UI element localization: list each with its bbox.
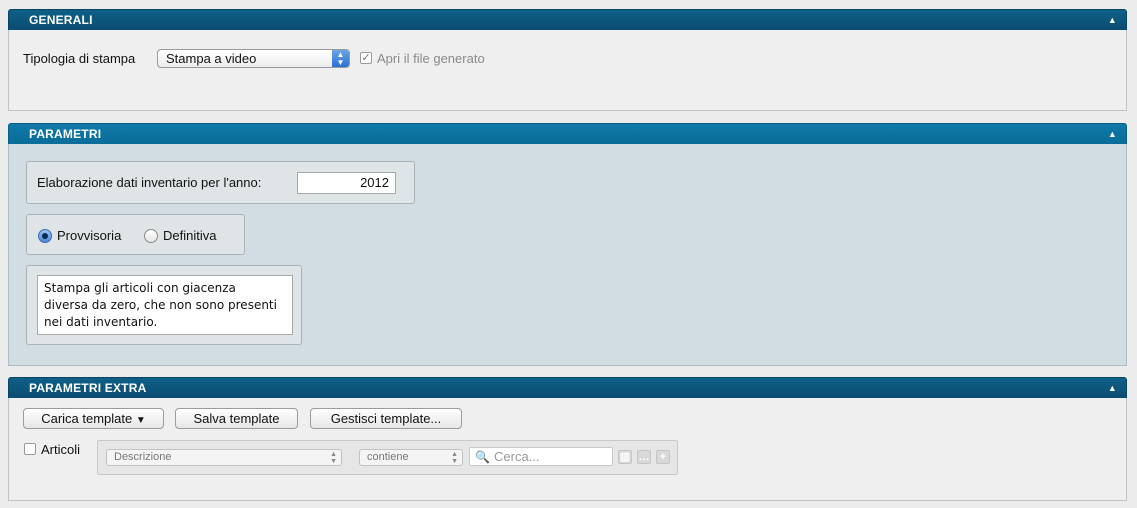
- ellipsis-icon[interactable]: …: [637, 450, 651, 464]
- save-template-button[interactable]: Salva template: [175, 408, 298, 429]
- articoli-checkbox[interactable]: [24, 443, 36, 455]
- panel-body-parametri: Elaborazione dati inventario per l'anno:…: [8, 144, 1127, 366]
- columns-icon[interactable]: ▥: [618, 450, 632, 464]
- panel-title: GENERALI: [29, 13, 93, 27]
- filter-field-select[interactable]: Descrizione ▲ ▼: [106, 449, 342, 466]
- open-file-checkbox[interactable]: ✓: [360, 52, 372, 64]
- filter-field-value: Descrizione: [114, 451, 172, 463]
- panel-header-parametri[interactable]: PARAMETRI ▲: [8, 123, 1127, 144]
- search-icon: 🔍: [475, 450, 490, 464]
- updown-arrows-icon: ▲ ▼: [330, 451, 337, 465]
- radio-provvisoria[interactable]: [38, 229, 52, 243]
- panel-body-parametri-extra: Carica template ▼ Salva template Gestisc…: [8, 398, 1127, 501]
- panel-parametri-extra: PARAMETRI EXTRA ▲ Carica template ▼ Salv…: [8, 377, 1127, 501]
- mode-radio-group: Provvisoria Definitiva: [26, 214, 245, 255]
- radio-definitiva[interactable]: [144, 229, 158, 243]
- print-type-value: Stampa a video: [166, 51, 257, 66]
- updown-arrows-icon: ▲ ▼: [451, 451, 458, 465]
- panel-body-generali: Tipologia di stampa Stampa a video ▲ ▼ ✓ …: [8, 30, 1127, 111]
- panel-parametri: PARAMETRI ▲ Elaborazione dati inventario…: [8, 123, 1127, 366]
- chevron-up-icon[interactable]: ▲: [1108, 10, 1117, 31]
- load-template-label: Carica template: [41, 411, 133, 426]
- print-type-label: Tipologia di stampa: [23, 51, 136, 66]
- notes-group: Stampa gli articoli con giacenza diversa…: [26, 265, 302, 345]
- chevron-up-icon[interactable]: ▲: [1108, 124, 1117, 145]
- updown-arrows-icon: ▲ ▼: [332, 50, 349, 67]
- search-placeholder: Cerca...: [494, 449, 540, 464]
- manage-template-button[interactable]: Gestisci template...: [310, 408, 462, 429]
- panel-generali: GENERALI ▲ Tipologia di stampa Stampa a …: [8, 9, 1127, 111]
- panel-header-generali[interactable]: GENERALI ▲: [8, 9, 1127, 30]
- year-label: Elaborazione dati inventario per l'anno:: [37, 175, 262, 190]
- plus-icon[interactable]: +: [656, 450, 670, 464]
- filter-operator-select[interactable]: contiene ▲ ▼: [359, 449, 463, 466]
- radio-definitiva-label[interactable]: Definitiva: [163, 228, 216, 243]
- panel-header-parametri-extra[interactable]: PARAMETRI EXTRA ▲: [8, 377, 1127, 398]
- year-group: Elaborazione dati inventario per l'anno:…: [26, 161, 415, 204]
- search-input[interactable]: 🔍 Cerca...: [469, 447, 613, 466]
- filter-operator-value: contiene: [367, 451, 409, 463]
- print-type-select[interactable]: Stampa a video ▲ ▼: [157, 49, 350, 68]
- triangle-down-icon: ▼: [135, 415, 146, 426]
- notes-text: Stampa gli articoli con giacenza diversa…: [37, 275, 293, 335]
- load-template-button[interactable]: Carica template ▼: [23, 408, 164, 429]
- radio-provvisoria-label[interactable]: Provvisoria: [57, 228, 121, 243]
- open-file-label: Apri il file generato: [377, 51, 485, 66]
- chevron-up-icon[interactable]: ▲: [1108, 378, 1117, 399]
- panel-title: PARAMETRI: [29, 127, 102, 141]
- filter-row: Descrizione ▲ ▼ contiene ▲ ▼ 🔍 Cerca... ▥ …: [97, 440, 678, 475]
- year-input[interactable]: 2012: [297, 172, 396, 194]
- panel-title: PARAMETRI EXTRA: [29, 381, 147, 395]
- articoli-label[interactable]: Articoli: [41, 442, 80, 457]
